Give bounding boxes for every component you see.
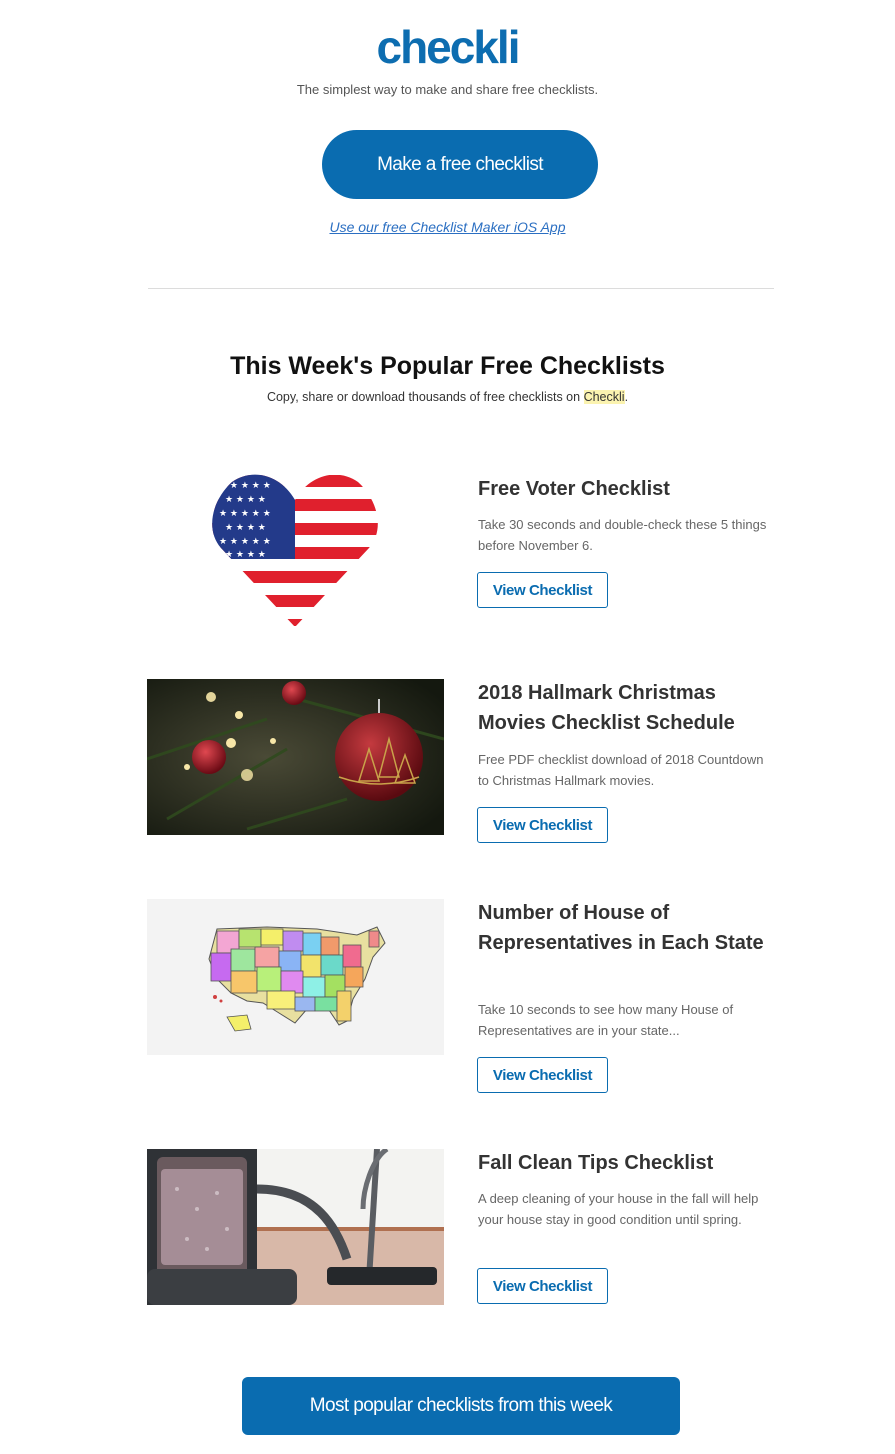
item-description: A deep cleaning of your house in the fal… <box>478 1191 759 1227</box>
item-title[interactable]: 2018 Hallmark Christmas Movies Checklist… <box>478 678 778 738</box>
us-flag-heart-image[interactable]: ★ ★ ★ ★ ★ ★ ★ ★ ★ ★ ★ ★ ★ ★ ★ ★ ★ ★ ★ ★ … <box>147 470 444 626</box>
section-subtitle: Copy, share or download thousands of fre… <box>0 390 895 404</box>
item-description: Take 30 seconds and double-check these 5… <box>478 517 767 553</box>
svg-text:★ ★ ★ ★: ★ ★ ★ ★ <box>225 523 266 533</box>
svg-text:★ ★ ★ ★ ★: ★ ★ ★ ★ ★ <box>219 481 271 491</box>
svg-text:★ ★ ★ ★ ★: ★ ★ ★ ★ ★ <box>219 509 271 519</box>
subtitle-end: . <box>624 390 629 404</box>
view-checklist-button[interactable]: View Checklist <box>477 807 608 843</box>
view-checklist-button[interactable]: View Checklist <box>477 1268 608 1304</box>
us-states-map-image[interactable] <box>147 899 444 1055</box>
item-title[interactable]: Fall Clean Tips Checklist <box>478 1148 778 1178</box>
item-title[interactable]: Number of House of Representatives in Ea… <box>478 898 778 958</box>
ios-app-link[interactable]: Use our free Checklist Maker iOS App <box>0 219 895 235</box>
svg-text:★ ★ ★ ★ ★: ★ ★ ★ ★ ★ <box>219 537 271 547</box>
item-title[interactable]: Free Voter Checklist <box>478 474 778 504</box>
item-description: Take 10 seconds to see how many House of… <box>478 1002 734 1038</box>
item-description: Free PDF checklist download of 2018 Coun… <box>478 752 764 788</box>
most-popular-button[interactable]: Most popular checklists from this week <box>242 1377 680 1435</box>
view-checklist-button[interactable]: View Checklist <box>477 1057 608 1093</box>
make-free-checklist-button[interactable]: Make a free checklist <box>322 130 598 199</box>
view-checklist-button[interactable]: View Checklist <box>477 572 608 608</box>
vacuum-cleaner-image[interactable] <box>147 1149 444 1305</box>
section-title: This Week's Popular Free Checklists <box>230 352 665 380</box>
divider <box>148 288 774 289</box>
tagline: The simplest way to make and share free … <box>296 82 599 97</box>
checkli-highlight: Checkli <box>583 390 625 404</box>
svg-text:★ ★ ★ ★: ★ ★ ★ ★ <box>225 550 266 560</box>
subtitle-text: Copy, share or download thousands of fre… <box>266 390 584 404</box>
christmas-ornament-image[interactable] <box>147 679 444 835</box>
svg-text:★ ★ ★ ★: ★ ★ ★ ★ <box>225 495 266 505</box>
checkli-logo[interactable]: checkli <box>0 22 895 72</box>
